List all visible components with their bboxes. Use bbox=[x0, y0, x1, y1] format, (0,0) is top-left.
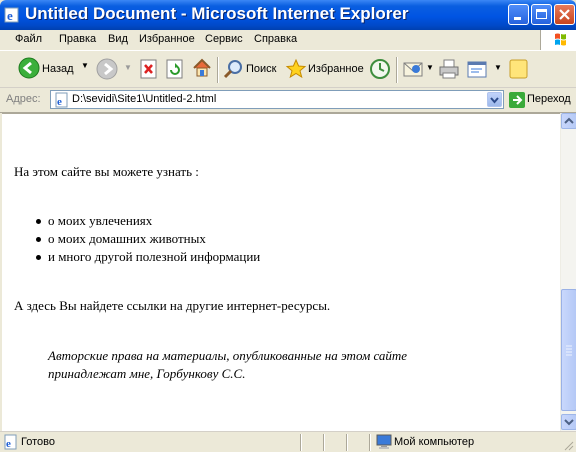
history-icon[interactable] bbox=[369, 58, 391, 83]
menu-edit[interactable]: Правка bbox=[59, 33, 96, 45]
windows-logo-icon bbox=[540, 30, 576, 50]
title-bar[interactable]: e Untitled Document - Microsoft Internet… bbox=[0, 0, 576, 30]
status-bar: e Готово Мой компьютер bbox=[0, 431, 576, 452]
go-arrow-icon[interactable] bbox=[509, 92, 525, 113]
list-item: о моих домашних животных bbox=[36, 230, 260, 248]
security-zone-text: Мой компьютер bbox=[394, 436, 475, 448]
forward-dropdown-icon[interactable]: ▼ bbox=[124, 63, 132, 72]
search-icon[interactable] bbox=[222, 58, 244, 83]
maximize-button[interactable] bbox=[531, 4, 552, 25]
page-content: На этом сайте вы можете узнать : о моих … bbox=[2, 113, 560, 431]
browser-window: e Untitled Document - Microsoft Internet… bbox=[0, 0, 576, 452]
copyright-text: Авторские права на материалы, опубликова… bbox=[48, 348, 408, 381]
address-label: Адрес: bbox=[6, 93, 41, 105]
scroll-down-button[interactable] bbox=[561, 414, 576, 430]
back-arrow-icon[interactable] bbox=[18, 57, 40, 82]
favorites-button-label[interactable]: Избранное bbox=[308, 63, 364, 75]
print-icon[interactable] bbox=[438, 58, 460, 83]
back-dropdown-icon[interactable]: ▼ bbox=[81, 61, 89, 70]
intro-text: На этом сайте вы можете узнать : bbox=[14, 164, 199, 179]
menu-bar: Файл Правка Вид Избранное Сервис Справка bbox=[0, 30, 576, 51]
menu-help[interactable]: Справка bbox=[254, 33, 297, 45]
status-divider bbox=[300, 434, 302, 451]
favorites-star-icon[interactable] bbox=[285, 58, 307, 83]
svg-text:e: e bbox=[57, 96, 62, 108]
page-status-icon: e bbox=[3, 434, 19, 452]
window-title: Untitled Document - Microsoft Internet E… bbox=[25, 4, 409, 23]
toolbar-separator bbox=[217, 57, 219, 83]
svg-text:e: e bbox=[6, 438, 11, 450]
search-button-label[interactable]: Поиск bbox=[246, 63, 276, 75]
back-button-label[interactable]: Назад bbox=[42, 63, 74, 75]
edit-dropdown-icon[interactable]: ▼ bbox=[494, 63, 502, 72]
minimize-button[interactable] bbox=[508, 4, 529, 25]
menu-tools[interactable]: Сервис bbox=[205, 33, 243, 45]
home-icon[interactable] bbox=[191, 57, 213, 82]
mail-icon[interactable] bbox=[402, 59, 424, 82]
refresh-icon[interactable] bbox=[166, 59, 184, 82]
vertical-scrollbar[interactable] bbox=[560, 113, 576, 431]
address-value[interactable]: D:\sevidi\Site1\Untitled-2.html bbox=[72, 93, 216, 105]
menu-favorites[interactable]: Избранное bbox=[139, 33, 195, 45]
status-divider bbox=[346, 434, 348, 451]
status-divider bbox=[323, 434, 325, 451]
status-divider bbox=[369, 434, 371, 451]
address-bar: Адрес: e D:\sevidi\Site1\Untitled-2.html… bbox=[0, 88, 576, 113]
address-dropdown-button[interactable] bbox=[487, 92, 502, 107]
stop-icon[interactable] bbox=[140, 59, 158, 82]
resize-grip-icon[interactable] bbox=[562, 438, 574, 452]
messenger-note-icon[interactable] bbox=[508, 58, 530, 83]
list-item: о моих увлечениях bbox=[36, 212, 260, 230]
links-text: А здесь Вы найдете ссылки на другие инте… bbox=[14, 298, 331, 313]
mail-dropdown-icon[interactable]: ▼ bbox=[426, 63, 434, 72]
menu-view[interactable]: Вид bbox=[108, 33, 128, 45]
menu-file[interactable]: Файл bbox=[15, 33, 42, 45]
scroll-up-button[interactable] bbox=[561, 113, 576, 129]
svg-text:e: e bbox=[7, 8, 13, 23]
go-button-label[interactable]: Переход bbox=[527, 93, 571, 105]
address-field[interactable]: e D:\sevidi\Site1\Untitled-2.html bbox=[50, 90, 504, 109]
page-icon: e bbox=[54, 92, 70, 113]
internet-explorer-icon: e bbox=[4, 6, 21, 23]
forward-arrow-icon[interactable] bbox=[96, 58, 118, 83]
topics-list: о моих увлечениях о моих домашних животн… bbox=[36, 212, 260, 266]
close-button[interactable] bbox=[554, 4, 575, 25]
scroll-thumb[interactable] bbox=[561, 289, 576, 411]
standard-toolbar: Назад ▼ ▼ Поиск Избранное ▼ ▼ bbox=[0, 51, 576, 88]
my-computer-icon bbox=[376, 434, 392, 452]
status-text: Готово bbox=[21, 436, 55, 448]
list-item: и много другой полезной информации bbox=[36, 248, 260, 266]
edit-page-icon[interactable] bbox=[466, 58, 488, 83]
toolbar-separator bbox=[396, 57, 398, 83]
